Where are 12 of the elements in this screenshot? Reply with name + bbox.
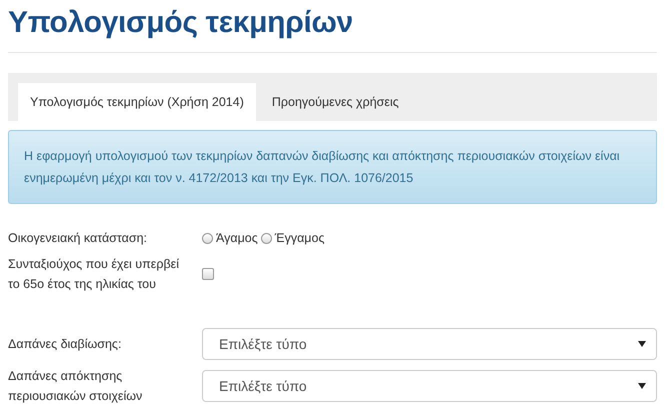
page-title: Υπολογισμός τεκμηρίων [8, 0, 657, 53]
radio-label: Έγγαμος [274, 231, 324, 245]
tab[interactable]: Προηγούμενες χρήσεις [260, 83, 411, 121]
radio-label: Άγαμος [216, 231, 258, 245]
field-label: Δαπάνες διαβίωσης: [8, 336, 122, 353]
info-alert: Η εφαρμογή υπολογισμού των τεκμηρίων δαπανών διαβίωσης και απόκτησης περιουσιακών στοιχείων είναι ενημερωμένη μέχρι και τον ν. 4172/2013 και την Εγκ. ΠΟΛ. 1076/2015 [8, 130, 657, 204]
field-label: Συνταξιούχος που έχει υπερβεί το 65ο έτος της ηλικίας του [8, 256, 180, 293]
tab[interactable]: Υπολογισμός τεκμηρίων (Χρήση 2014) [18, 83, 256, 121]
field-label: Οικογενειακή κατάσταση: [8, 230, 148, 247]
field-label: Δαπάνες απόκτησης περιουσιακών στοιχείων [8, 368, 144, 405]
type-dropdown[interactable]: Επιλέξτε τύπο [202, 328, 657, 360]
type-dropdown[interactable]: Επιλέξτε τύπο [202, 370, 657, 402]
